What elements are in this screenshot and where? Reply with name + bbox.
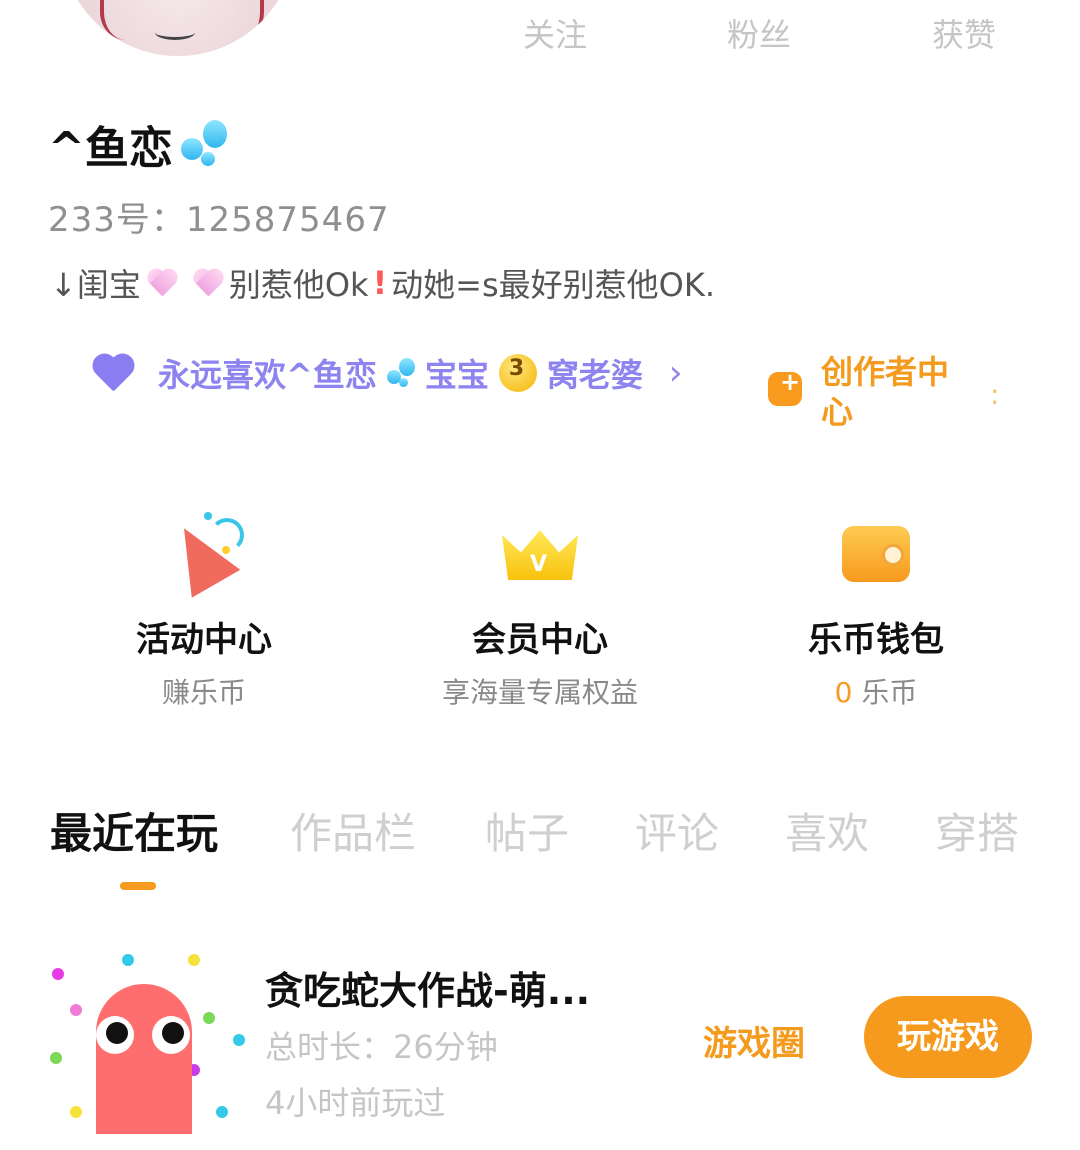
- more-indicator-icon: :: [990, 378, 1000, 411]
- play-game-button[interactable]: 玩游戏: [864, 996, 1032, 1078]
- active-tab-indicator: [120, 882, 156, 890]
- gamepad-icon: [768, 368, 802, 406]
- profile-bio: ↓闺宝 别惹他Ok ! 动她=s最好别惹他OK.: [50, 260, 715, 306]
- member-center-card[interactable]: V 会员中心 享海量专属权益: [420, 512, 660, 711]
- wink-kiss-emoji-icon: [498, 354, 537, 392]
- game-title[interactable]: 贪吃蛇大作战-萌...: [265, 960, 590, 1015]
- tab-recently-played[interactable]: 最近在玩: [50, 800, 218, 861]
- member-center-subtitle: 享海量专属权益: [441, 676, 638, 709]
- avatar-hair-right: [210, 0, 264, 40]
- game-circle-button[interactable]: 游戏圈: [703, 1016, 805, 1065]
- exclamation-icon: !: [372, 264, 388, 302]
- party-popper-icon: [159, 512, 244, 598]
- wallet-title: 乐币钱包: [808, 620, 944, 660]
- tab-posts[interactable]: 帖子: [485, 800, 569, 861]
- profile-name-row: ^鱼恋: [48, 112, 231, 176]
- wallet-card[interactable]: 乐币钱包 0 乐币: [756, 512, 996, 711]
- tab-comments[interactable]: 评论: [635, 800, 719, 861]
- water-drops-icon: [179, 118, 231, 170]
- member-center-title: 会员中心: [472, 620, 608, 660]
- fav-link-text-1: 永远喜欢^鱼恋: [158, 356, 377, 394]
- avatar-hair-left: [100, 0, 164, 40]
- purple-heart-icon: [90, 355, 136, 391]
- game-last-played: 4小时前玩过: [265, 1084, 446, 1122]
- following-stat-label[interactable]: 关注: [523, 10, 587, 56]
- avatar-mouth: [155, 25, 195, 40]
- tab-likes[interactable]: 喜欢: [785, 800, 869, 861]
- user-id: 233号：125875467: [48, 200, 390, 240]
- coin-unit: 乐币: [861, 676, 918, 709]
- tab-works[interactable]: 作品栏: [290, 800, 416, 861]
- fav-link-text-2: 宝宝: [424, 356, 489, 394]
- fans-stat-label[interactable]: 粉丝: [727, 10, 791, 56]
- coin-count: 0: [834, 676, 853, 709]
- chevron-right-icon: ›: [668, 353, 683, 393]
- activity-center-subtitle: 赚乐币: [161, 676, 246, 709]
- creator-center-button[interactable]: 创作者中心: [821, 352, 961, 432]
- crown-icon: V: [500, 512, 580, 592]
- bio-text-1: ↓闺宝: [50, 266, 141, 304]
- tab-outfits[interactable]: 穿搭: [935, 800, 1019, 861]
- favorite-link[interactable]: 永远喜欢^鱼恋 宝宝 窝老婆 ›: [90, 350, 682, 396]
- activity-center-title: 活动中心: [136, 620, 272, 660]
- profile-name: ^鱼恋: [48, 123, 173, 174]
- snake-game-icon[interactable]: [48, 952, 245, 1142]
- bio-text-3: 动她=s最好别惹他OK.: [391, 266, 715, 304]
- bio-text-2: 别惹他Ok: [228, 266, 369, 304]
- fav-link-text-3: 窝老婆: [546, 356, 643, 394]
- likes-stat-label[interactable]: 获赞: [932, 10, 996, 56]
- pink-heart-icon: [145, 270, 179, 296]
- activity-center-card[interactable]: 活动中心 赚乐币: [84, 512, 324, 711]
- pink-heart-icon: [191, 270, 225, 296]
- avatar[interactable]: [60, 0, 296, 56]
- wallet-icon: [836, 512, 916, 592]
- game-duration: 总时长：26分钟: [265, 1028, 498, 1066]
- wallet-balance: 0 乐币: [756, 671, 996, 711]
- water-drops-icon: [386, 358, 415, 388]
